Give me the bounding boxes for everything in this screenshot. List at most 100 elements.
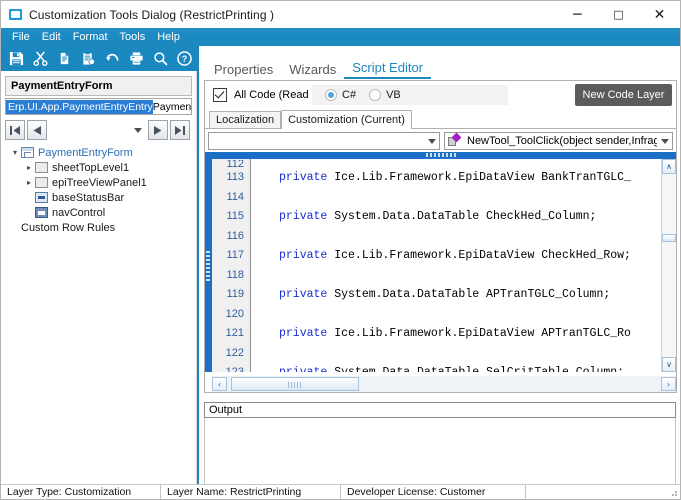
status-layer-type-label: Layer Type: bbox=[7, 486, 62, 498]
code-line: private Ice.Lib.Framework.EpiDataView Ba… bbox=[279, 171, 631, 184]
radio-csharp[interactable]: C# bbox=[325, 89, 356, 101]
editor-top-splitter[interactable] bbox=[205, 152, 676, 159]
tree-node-label: sheetTopLevel1 bbox=[52, 161, 130, 174]
menu-item-file[interactable]: File bbox=[6, 28, 36, 46]
tree-node-label: navControl bbox=[52, 206, 106, 219]
form-name-header: PaymentEntryForm bbox=[5, 76, 192, 96]
nav-dropdown-button[interactable] bbox=[130, 120, 146, 140]
horizontal-scroll-thumb[interactable] bbox=[231, 377, 359, 391]
status-layer-name-label: Layer Name: bbox=[167, 486, 228, 498]
right-region: Properties Wizards Script Editor All Cod… bbox=[197, 46, 680, 499]
subtab-customization-current[interactable]: Customization (Current) bbox=[281, 110, 412, 129]
tree-node-epitreeviewpanel1[interactable]: ▸ epiTreeViewPanel1 bbox=[9, 175, 194, 190]
object-dropdown[interactable] bbox=[208, 132, 440, 150]
form-path-selected-text: Erp.UI.App.PaymentEntryEntry bbox=[6, 99, 153, 114]
status-empty-cell bbox=[526, 485, 680, 499]
search-icon[interactable] bbox=[149, 48, 172, 70]
tree-node-basestatusbar[interactable]: baseStatusBar bbox=[9, 190, 194, 205]
output-body[interactable] bbox=[204, 418, 676, 492]
new-code-layer-button[interactable]: New Code Layer bbox=[575, 84, 672, 106]
tab-wizards[interactable]: Wizards bbox=[281, 62, 344, 79]
copy-icon[interactable] bbox=[53, 48, 76, 70]
scroll-right-arrow-icon[interactable]: › bbox=[661, 377, 676, 391]
form-path-field[interactable]: Erp.UI.App.PaymentEntryEntryPaymentEn bbox=[5, 98, 192, 115]
line-number: 117 bbox=[226, 249, 244, 261]
statusbar-icon bbox=[35, 192, 48, 203]
code-layer-tab-bar: Localization Customization (Current) bbox=[205, 109, 676, 129]
method-dropdown[interactable]: NewTool_ToolClick(object sender,Infragis… bbox=[444, 132, 673, 150]
form-icon bbox=[21, 147, 34, 158]
editor-horizontal-scrollbar[interactable]: ‹ › bbox=[212, 376, 676, 392]
radio-vb-indicator[interactable] bbox=[369, 89, 382, 101]
expander-icon[interactable]: ▸ bbox=[23, 163, 35, 172]
editor-vertical-scrollbar[interactable]: ∧ ∨ bbox=[661, 159, 676, 372]
line-number: 120 bbox=[225, 307, 244, 320]
menu-item-tools[interactable]: Tools bbox=[114, 28, 152, 46]
line-number: 122 bbox=[225, 346, 244, 359]
blank-icon bbox=[35, 162, 48, 173]
maximize-button[interactable]: □ bbox=[598, 1, 639, 28]
horizontal-scroll-track[interactable] bbox=[227, 377, 661, 391]
expander-icon[interactable]: ▾ bbox=[9, 148, 21, 157]
scroll-down-arrow-icon[interactable]: ∨ bbox=[662, 357, 676, 372]
scroll-left-arrow-icon[interactable]: ‹ bbox=[212, 377, 227, 391]
print-icon[interactable] bbox=[125, 48, 148, 70]
chevron-down-icon[interactable] bbox=[657, 133, 672, 149]
method-dropdown-value: NewTool_ToolClick(object sender,Infragis… bbox=[467, 135, 657, 147]
status-layer-type: Layer Type: Customization bbox=[1, 485, 161, 499]
scroll-up-arrow-icon[interactable]: ∧ bbox=[662, 159, 676, 174]
script-editor-panel: All Code (Read Only) C# VB New Code Laye… bbox=[204, 80, 677, 393]
menu-item-format[interactable]: Format bbox=[67, 28, 114, 46]
line-number: 115 bbox=[226, 210, 244, 222]
resize-grip-icon[interactable] bbox=[668, 487, 678, 497]
save-icon[interactable] bbox=[5, 48, 28, 70]
all-code-checkbox[interactable] bbox=[213, 88, 227, 102]
cut-icon[interactable] bbox=[29, 48, 52, 70]
subtab-localization[interactable]: Localization bbox=[209, 111, 282, 128]
paste-icon[interactable] bbox=[77, 48, 100, 70]
tree-node-label: epiTreeViewPanel1 bbox=[52, 176, 147, 189]
status-layer-type-value: Customization bbox=[64, 486, 132, 498]
minimize-button[interactable]: ─ bbox=[557, 1, 598, 28]
menu-item-help[interactable]: Help bbox=[151, 28, 186, 46]
svg-text:?: ? bbox=[182, 54, 187, 64]
expander-icon[interactable]: ▸ bbox=[23, 178, 35, 187]
previous-record-button[interactable] bbox=[27, 120, 47, 140]
help-icon[interactable]: ? bbox=[173, 48, 196, 70]
first-record-button[interactable] bbox=[5, 120, 25, 140]
radio-csharp-indicator[interactable] bbox=[325, 89, 337, 101]
next-record-button[interactable] bbox=[148, 120, 168, 140]
chevron-down-icon[interactable] bbox=[424, 133, 439, 149]
code-text-area[interactable]: private Ice.Lib.Framework.EpiDataView Ba… bbox=[251, 159, 676, 372]
tree-node-sheettoplevel1[interactable]: ▸ sheetTopLevel1 bbox=[9, 160, 194, 175]
status-bar: Layer Type: Customization Layer Name: Re… bbox=[1, 484, 680, 499]
splitter-grip bbox=[206, 250, 210, 281]
editor-body[interactable]: 112 113 114 115 116 117 118 119 120 121 … bbox=[212, 159, 676, 372]
last-record-button[interactable] bbox=[170, 120, 190, 140]
navigation-buttons bbox=[5, 119, 192, 141]
tree-node-paymententryform[interactable]: ▾ PaymentEntryForm bbox=[9, 145, 194, 160]
tab-properties[interactable]: Properties bbox=[206, 62, 281, 79]
radio-vb-label: VB bbox=[386, 89, 401, 101]
undo-icon[interactable] bbox=[101, 48, 124, 70]
vertical-scroll-thumb[interactable] bbox=[662, 234, 676, 242]
menu-item-edit[interactable]: Edit bbox=[36, 28, 67, 46]
tab-script-editor[interactable]: Script Editor bbox=[344, 60, 432, 79]
radio-vb[interactable]: VB bbox=[369, 89, 401, 101]
form-path-remaining-text: PaymentEn bbox=[152, 100, 192, 113]
blank-icon bbox=[35, 177, 48, 188]
editor-left-splitter[interactable] bbox=[205, 159, 212, 372]
line-number: 121 bbox=[225, 327, 244, 339]
code-line: private Ice.Lib.Framework.EpiDataView AP… bbox=[279, 327, 631, 340]
tree-node-label: baseStatusBar bbox=[52, 191, 125, 204]
custom-row-rules-label[interactable]: Custom Row Rules bbox=[9, 222, 194, 234]
radio-csharp-label: C# bbox=[342, 89, 357, 101]
code-line: private System.Data.DataTable CheckHed_C… bbox=[279, 210, 597, 223]
code-line: private Ice.Lib.Framework.EpiDataView Ch… bbox=[279, 249, 631, 262]
close-button[interactable]: ✕ bbox=[639, 1, 680, 28]
tree-node-navcontrol[interactable]: navControl bbox=[9, 205, 194, 220]
thumb-grip bbox=[288, 382, 302, 388]
